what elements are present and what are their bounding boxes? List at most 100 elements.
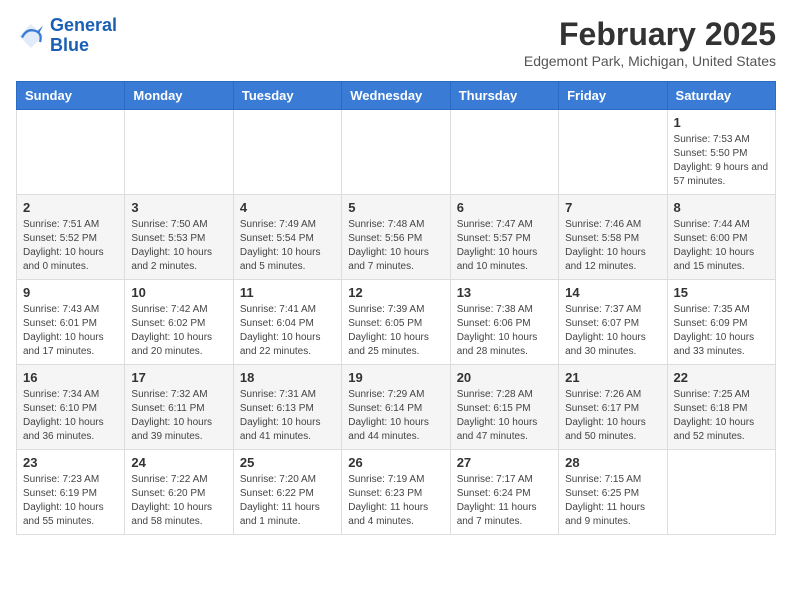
calendar-cell: [233, 110, 341, 195]
day-number: 20: [457, 370, 552, 385]
calendar-header-row: SundayMondayTuesdayWednesdayThursdayFrid…: [17, 82, 776, 110]
day-number: 19: [348, 370, 443, 385]
calendar-table: SundayMondayTuesdayWednesdayThursdayFrid…: [16, 81, 776, 535]
weekday-header-thursday: Thursday: [450, 82, 558, 110]
day-info: Sunrise: 7:49 AM Sunset: 5:54 PM Dayligh…: [240, 218, 335, 274]
calendar-cell: 4 Sunrise: 7:49 AM Sunset: 5:54 PM Daylig…: [233, 195, 341, 280]
calendar-cell: 18 Sunrise: 7:31 AM Sunset: 6:13 PM Dayli…: [233, 365, 341, 450]
day-number: 21: [565, 370, 660, 385]
day-info: Sunrise: 7:37 AM Sunset: 6:07 PM Dayligh…: [565, 303, 660, 359]
calendar-cell: 9Sunrise: 7:43 AM Sunset: 6:01 PM Daylig…: [17, 280, 125, 365]
calendar-cell: 11 Sunrise: 7:41 AM Sunset: 6:04 PM Dayli…: [233, 280, 341, 365]
day-info: Sunrise: 7:17 AM Sunset: 6:24 PM Dayligh…: [457, 473, 552, 529]
calendar-cell: [667, 450, 775, 535]
weekday-header-saturday: Saturday: [667, 82, 775, 110]
day-info: Sunrise: 7:20 AM Sunset: 6:22 PM Dayligh…: [240, 473, 335, 529]
calendar-cell: 25 Sunrise: 7:20 AM Sunset: 6:22 PM Dayli…: [233, 450, 341, 535]
day-number: 3: [131, 200, 226, 215]
day-number: 2: [23, 200, 118, 215]
day-number: 25: [240, 455, 335, 470]
day-info: Sunrise: 7:46 AM Sunset: 5:58 PM Dayligh…: [565, 218, 660, 274]
calendar-cell: [125, 110, 233, 195]
day-number: 24: [131, 455, 226, 470]
day-info: Sunrise: 7:31 AM Sunset: 6:13 PM Dayligh…: [240, 388, 335, 444]
calendar-cell: 21Sunrise: 7:26 AM Sunset: 6:17 PM Dayli…: [559, 365, 667, 450]
calendar-cell: 22Sunrise: 7:25 AM Sunset: 6:18 PM Dayli…: [667, 365, 775, 450]
day-number: 23: [23, 455, 118, 470]
location: Edgemont Park, Michigan, United States: [524, 53, 776, 69]
calendar-cell: [450, 110, 558, 195]
day-info: Sunrise: 7:19 AM Sunset: 6:23 PM Dayligh…: [348, 473, 443, 529]
day-number: 4: [240, 200, 335, 215]
page-header: General Blue February 2025 Edgemont Park…: [16, 16, 776, 69]
day-number: 17: [131, 370, 226, 385]
day-number: 7: [565, 200, 660, 215]
calendar-cell: 15 Sunrise: 7:35 AM Sunset: 6:09 PM Dayli…: [667, 280, 775, 365]
calendar-cell: 19 Sunrise: 7:29 AM Sunset: 6:14 PM Dayli…: [342, 365, 450, 450]
calendar-week-row: 16 Sunrise: 7:34 AM Sunset: 6:10 PM Dayli…: [17, 365, 776, 450]
day-number: 18: [240, 370, 335, 385]
month-title: February 2025: [524, 16, 776, 53]
calendar-cell: [559, 110, 667, 195]
day-number: 6: [457, 200, 552, 215]
calendar-cell: 14 Sunrise: 7:37 AM Sunset: 6:07 PM Dayli…: [559, 280, 667, 365]
calendar-cell: [17, 110, 125, 195]
calendar-cell: 8Sunrise: 7:44 AM Sunset: 6:00 PM Daylig…: [667, 195, 775, 280]
day-number: 10: [131, 285, 226, 300]
calendar-cell: 2 Sunrise: 7:51 AM Sunset: 5:52 PM Daylig…: [17, 195, 125, 280]
day-info: Sunrise: 7:39 AM Sunset: 6:05 PM Dayligh…: [348, 303, 443, 359]
day-info: Sunrise: 7:44 AM Sunset: 6:00 PM Dayligh…: [674, 218, 769, 274]
day-info: Sunrise: 7:22 AM Sunset: 6:20 PM Dayligh…: [131, 473, 226, 529]
calendar-cell: 7 Sunrise: 7:46 AM Sunset: 5:58 PM Daylig…: [559, 195, 667, 280]
day-info: Sunrise: 7:41 AM Sunset: 6:04 PM Dayligh…: [240, 303, 335, 359]
calendar-cell: 17 Sunrise: 7:32 AM Sunset: 6:11 PM Dayli…: [125, 365, 233, 450]
day-info: Sunrise: 7:28 AM Sunset: 6:15 PM Dayligh…: [457, 388, 552, 444]
day-info: Sunrise: 7:48 AM Sunset: 5:56 PM Dayligh…: [348, 218, 443, 274]
day-info: Sunrise: 7:35 AM Sunset: 6:09 PM Dayligh…: [674, 303, 769, 359]
logo-text: General Blue: [50, 16, 117, 56]
calendar-cell: 23 Sunrise: 7:23 AM Sunset: 6:19 PM Dayli…: [17, 450, 125, 535]
day-number: 1: [674, 115, 769, 130]
day-info: Sunrise: 7:42 AM Sunset: 6:02 PM Dayligh…: [131, 303, 226, 359]
day-info: Sunrise: 7:29 AM Sunset: 6:14 PM Dayligh…: [348, 388, 443, 444]
calendar-cell: 10 Sunrise: 7:42 AM Sunset: 6:02 PM Dayli…: [125, 280, 233, 365]
day-number: 26: [348, 455, 443, 470]
calendar-cell: 27 Sunrise: 7:17 AM Sunset: 6:24 PM Dayli…: [450, 450, 558, 535]
calendar-week-row: 9Sunrise: 7:43 AM Sunset: 6:01 PM Daylig…: [17, 280, 776, 365]
weekday-header-sunday: Sunday: [17, 82, 125, 110]
calendar-cell: 20 Sunrise: 7:28 AM Sunset: 6:15 PM Dayli…: [450, 365, 558, 450]
calendar-week-row: 1 Sunrise: 7:53 AM Sunset: 5:50 PM Daylig…: [17, 110, 776, 195]
day-number: 27: [457, 455, 552, 470]
calendar-cell: 3 Sunrise: 7:50 AM Sunset: 5:53 PM Daylig…: [125, 195, 233, 280]
calendar-cell: 6 Sunrise: 7:47 AM Sunset: 5:57 PM Daylig…: [450, 195, 558, 280]
day-number: 16: [23, 370, 118, 385]
calendar-cell: 12 Sunrise: 7:39 AM Sunset: 6:05 PM Dayli…: [342, 280, 450, 365]
calendar-cell: 24 Sunrise: 7:22 AM Sunset: 6:20 PM Dayli…: [125, 450, 233, 535]
day-info: Sunrise: 7:34 AM Sunset: 6:10 PM Dayligh…: [23, 388, 118, 444]
weekday-header-tuesday: Tuesday: [233, 82, 341, 110]
weekday-header-monday: Monday: [125, 82, 233, 110]
day-number: 5: [348, 200, 443, 215]
day-info: Sunrise: 7:50 AM Sunset: 5:53 PM Dayligh…: [131, 218, 226, 274]
logo-icon: [16, 21, 46, 51]
calendar-week-row: 2 Sunrise: 7:51 AM Sunset: 5:52 PM Daylig…: [17, 195, 776, 280]
day-number: 13: [457, 285, 552, 300]
day-info: Sunrise: 7:47 AM Sunset: 5:57 PM Dayligh…: [457, 218, 552, 274]
weekday-header-wednesday: Wednesday: [342, 82, 450, 110]
day-info: Sunrise: 7:23 AM Sunset: 6:19 PM Dayligh…: [23, 473, 118, 529]
day-info: Sunrise: 7:51 AM Sunset: 5:52 PM Dayligh…: [23, 218, 118, 274]
day-info: Sunrise: 7:53 AM Sunset: 5:50 PM Dayligh…: [674, 133, 769, 189]
day-number: 12: [348, 285, 443, 300]
logo: General Blue: [16, 16, 117, 56]
calendar-week-row: 23 Sunrise: 7:23 AM Sunset: 6:19 PM Dayli…: [17, 450, 776, 535]
calendar-cell: 1 Sunrise: 7:53 AM Sunset: 5:50 PM Daylig…: [667, 110, 775, 195]
day-number: 9: [23, 285, 118, 300]
day-number: 22: [674, 370, 769, 385]
day-number: 14: [565, 285, 660, 300]
day-info: Sunrise: 7:32 AM Sunset: 6:11 PM Dayligh…: [131, 388, 226, 444]
day-number: 15: [674, 285, 769, 300]
calendar-cell: 28Sunrise: 7:15 AM Sunset: 6:25 PM Dayli…: [559, 450, 667, 535]
day-number: 11: [240, 285, 335, 300]
weekday-header-friday: Friday: [559, 82, 667, 110]
calendar-cell: 16 Sunrise: 7:34 AM Sunset: 6:10 PM Dayli…: [17, 365, 125, 450]
